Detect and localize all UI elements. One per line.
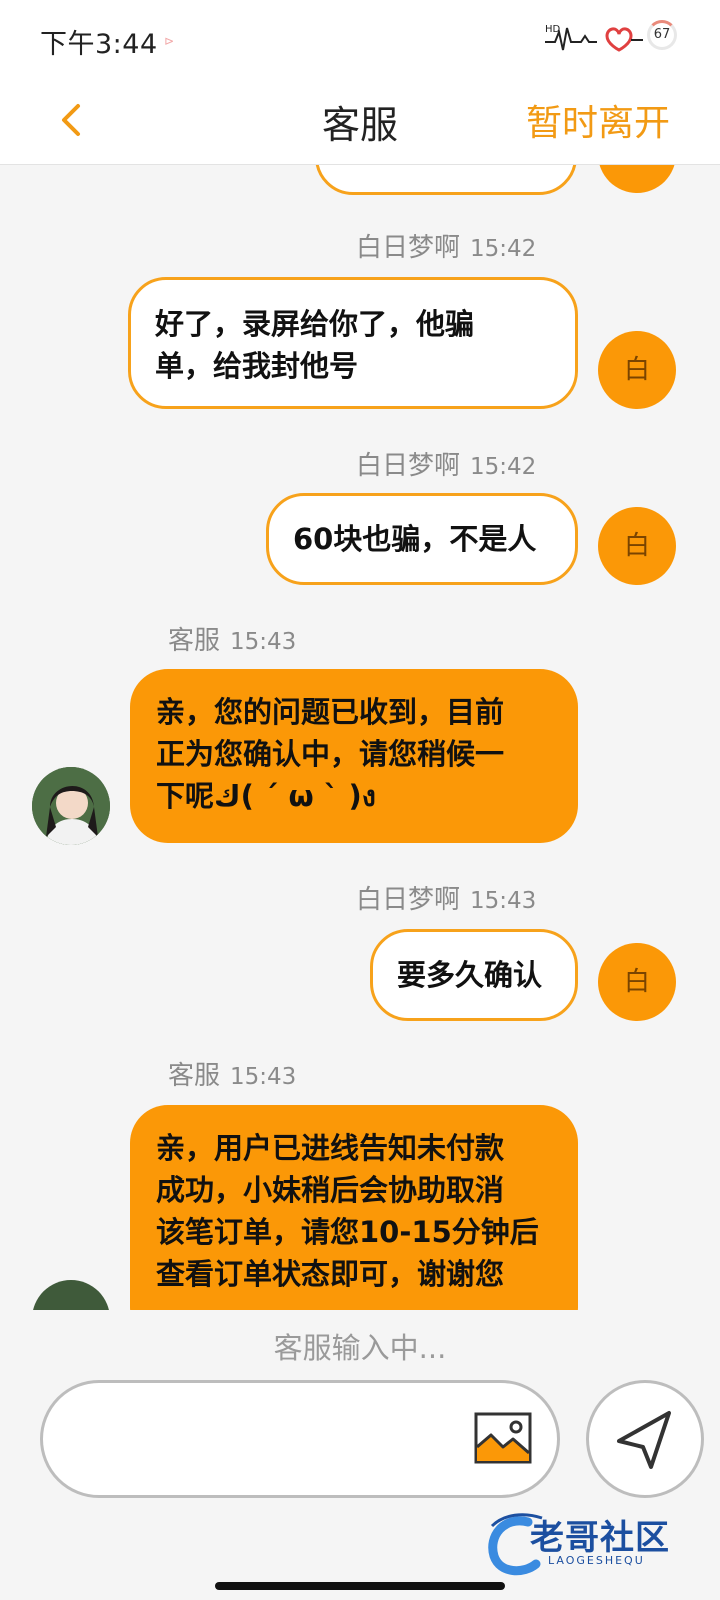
notification-dot-icon: ⊳ bbox=[164, 34, 175, 48]
message-bubble-incoming[interactable]: 亲，您的问题已收到，目前 正为您确认中，请您稍候一 下呢ك( ´ ω ` )ง bbox=[130, 669, 578, 843]
status-time: 下午3:44 bbox=[40, 29, 158, 60]
message-time: 15:43 bbox=[470, 888, 537, 914]
watermark-text: 老哥社区 bbox=[530, 1518, 670, 1558]
send-icon bbox=[617, 1411, 671, 1469]
sender-name: 白日梦啊 bbox=[356, 885, 461, 915]
chat-message-list[interactable]: 白 白日梦啊 15:42 好了，录屏给你了，他骗 单，给我封他号 白 白日梦啊 15… bbox=[0, 165, 720, 1310]
image-icon bbox=[474, 1412, 532, 1464]
message-time: 15:42 bbox=[470, 454, 537, 480]
message-text: 要多久确认 bbox=[397, 958, 543, 992]
message-meta: 客服 15:43 bbox=[168, 620, 296, 657]
watermark-logo: 老哥社区 LAOGESHEQU bbox=[484, 1508, 714, 1580]
message-input[interactable] bbox=[73, 1413, 457, 1469]
home-indicator[interactable] bbox=[215, 1582, 505, 1590]
message-meta: 白日梦啊 15:42 bbox=[356, 227, 536, 264]
sender-name: 白日梦啊 bbox=[356, 451, 461, 481]
message-meta: 白日梦啊 15:43 bbox=[356, 879, 536, 916]
message-meta: 白日梦啊 15:42 bbox=[356, 445, 536, 482]
status-icons: HD 67 bbox=[545, 18, 685, 58]
heartbeat-icon: HD bbox=[545, 24, 643, 52]
battery-indicator: 67 bbox=[647, 20, 677, 50]
image-button[interactable] bbox=[473, 1411, 533, 1465]
message-bubble-outgoing[interactable]: 好了，录屏给你了，他骗 单，给我封他号 bbox=[128, 277, 578, 409]
message-text: 亲，用户已进线告知未付款 成功，小妹稍后会协助取消 该笔订单，请您10-15分钟… bbox=[156, 1131, 539, 1291]
avatar-self: 白 bbox=[598, 943, 676, 1021]
avatar-self: 白 bbox=[598, 165, 676, 193]
sender-name: 客服 bbox=[168, 1061, 221, 1091]
message-bubble-outgoing[interactable]: 要多久确认 bbox=[370, 929, 578, 1021]
message-meta: 客服 15:43 bbox=[168, 1055, 296, 1092]
message-time: 15:43 bbox=[230, 1064, 297, 1090]
message-time: 15:43 bbox=[230, 629, 297, 655]
avatar-self: 白 bbox=[598, 331, 676, 409]
send-button[interactable] bbox=[586, 1380, 704, 1498]
avatar-customer-service[interactable] bbox=[32, 767, 110, 845]
sender-name: 白日梦啊 bbox=[356, 233, 461, 263]
message-bubble-partial[interactable] bbox=[315, 165, 577, 195]
status-bar: 下午3:44 ⊳ HD 67 bbox=[0, 0, 720, 78]
message-text: 60块也骗，不是人 bbox=[293, 522, 537, 556]
message-text: 亲，您的问题已收到，目前 正为您确认中，请您稍候一 下呢ك( ´ ω ` )ง bbox=[156, 695, 505, 813]
avatar-customer-service[interactable] bbox=[32, 1280, 110, 1310]
message-bubble-incoming[interactable]: 亲，用户已进线告知未付款 成功，小妹稍后会协助取消 该笔订单，请您10-15分钟… bbox=[130, 1105, 578, 1310]
sender-name: 客服 bbox=[168, 626, 221, 656]
chat-header: 客服 暂时离开 bbox=[0, 78, 720, 165]
message-bubble-outgoing[interactable]: 60块也骗，不是人 bbox=[266, 493, 578, 585]
leave-temporarily-button[interactable]: 暂时离开 bbox=[526, 94, 670, 146]
avatar-self: 白 bbox=[598, 507, 676, 585]
message-time: 15:42 bbox=[470, 236, 537, 262]
customer-service-photo-icon bbox=[32, 767, 110, 845]
message-text: 好了，录屏给你了，他骗 单，给我封他号 bbox=[155, 307, 475, 383]
watermark-subtext: LAOGESHEQU bbox=[548, 1554, 645, 1567]
message-input-container[interactable] bbox=[40, 1380, 560, 1498]
typing-indicator: 客服输入中... bbox=[273, 1331, 447, 1365]
